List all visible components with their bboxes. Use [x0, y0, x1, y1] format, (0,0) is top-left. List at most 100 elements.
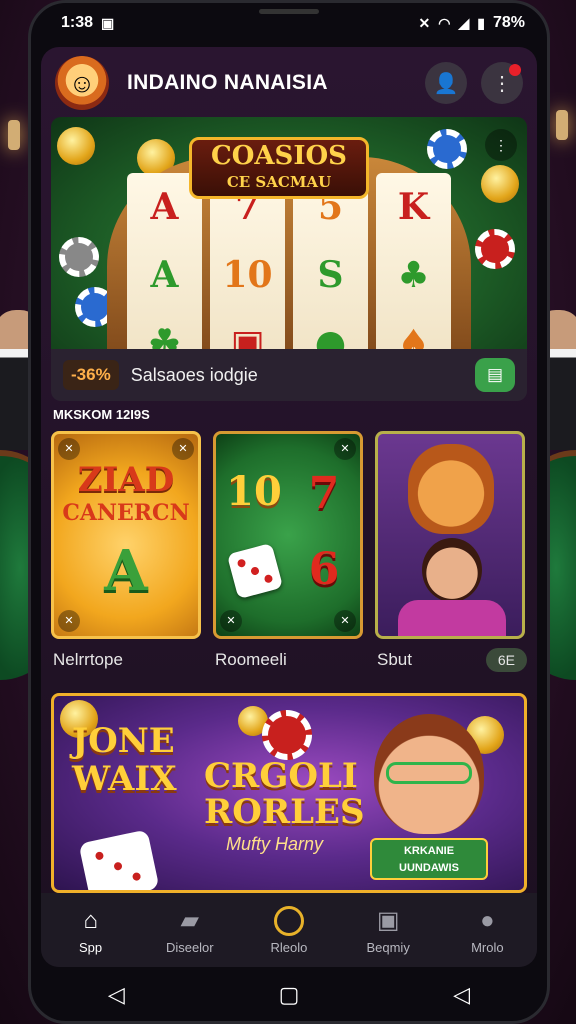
- hero-title-line2: CE SACMAU: [226, 173, 332, 191]
- banner-plaque: KRKANIE UUNDAWIS: [370, 838, 488, 880]
- nav-label: Rleolo: [270, 939, 308, 955]
- jester-face-icon[interactable]: ☺: [55, 56, 109, 110]
- background-light: [8, 120, 20, 150]
- app-screen: ☺ INDAINO NANAISIA 👤 ⋮ A A ☘ 7 10 ▣ 5 S …: [41, 47, 537, 967]
- reel-symbol: ☘: [148, 322, 181, 349]
- promo-action-button[interactable]: ▤: [475, 358, 515, 392]
- banner-center-line1: CRGOLI: [204, 756, 358, 796]
- close-icon[interactable]: ✕: [58, 610, 80, 632]
- reel-symbol: ♣: [397, 254, 430, 296]
- card-art-symbol: A: [104, 538, 148, 604]
- banner-left-title: JONE WAIX: [72, 722, 177, 798]
- app-header: ☺ INDAINO NANAISIA 👤 ⋮: [41, 47, 537, 119]
- corner-icon: ✕: [334, 438, 356, 460]
- game-card[interactable]: [375, 431, 525, 639]
- banner-center-title: CRGOLI RORLES: [204, 758, 365, 830]
- close-icon[interactable]: ✕: [220, 610, 242, 632]
- nav-item-games[interactable]: ▰ Diseelor: [142, 906, 238, 955]
- banner-plaque-line1: KRKANIE: [403, 845, 455, 857]
- home-icon: ⌂: [83, 906, 98, 934]
- card-number: 10: [226, 468, 282, 515]
- dice-icon: [226, 542, 284, 600]
- app-title: INDAINO NANAISIA: [127, 71, 328, 94]
- user-icon: ●: [480, 906, 495, 934]
- hero-title-line1: COASIOS: [211, 141, 347, 171]
- reel-symbol: ▣: [230, 322, 265, 349]
- game-card-name[interactable]: Nelrrtope: [51, 650, 213, 670]
- slot-reel: 5 S ●: [293, 173, 368, 349]
- reel-symbol: ♠: [397, 322, 430, 349]
- game-card[interactable]: ZIAD CANERCN A ✕ ✕ ✕: [51, 431, 201, 639]
- nav-label: Spp: [79, 939, 103, 955]
- player-character: [422, 538, 482, 602]
- status-time: 1:38: [61, 14, 94, 31]
- game-card-name[interactable]: Sbut: [375, 650, 412, 670]
- coin-icon: [481, 165, 519, 203]
- nav-item-profile[interactable]: ● Mrolo: [439, 906, 535, 955]
- game-cards: ZIAD CANERCN A ✕ ✕ ✕ 10 7 6 ✕ ✕ ✕: [51, 431, 527, 639]
- game-card-name[interactable]: Roomeeli: [213, 650, 375, 670]
- back-icon[interactable]: ◁: [108, 982, 125, 1008]
- slot-reel: A A ☘: [127, 173, 202, 349]
- home-button-icon[interactable]: ▢: [279, 982, 300, 1008]
- profile-button[interactable]: 👤: [425, 62, 467, 104]
- mute-icon: ✕: [418, 14, 431, 31]
- system-navigation-bar: ◁ ▢ ◁: [31, 967, 547, 1021]
- wifi-icon: ◠: [438, 14, 451, 31]
- notification-dot: [509, 64, 521, 76]
- card-names-row: Nelrrtope Roomeeli Sbut 6E: [51, 645, 527, 675]
- reel-symbol: S: [317, 254, 344, 296]
- section-label: MKSKOM 12I9S: [53, 407, 150, 422]
- card-number: 6: [308, 544, 340, 595]
- screenshot-notification-icon: ▣: [101, 14, 115, 31]
- corner-icon: ✕: [172, 438, 194, 460]
- slot-reel: 7 10 ▣: [210, 173, 285, 349]
- game-card[interactable]: 10 7 6 ✕ ✕ ✕: [213, 431, 363, 639]
- poker-chip-icon: [262, 710, 312, 760]
- reel-symbol: A: [150, 254, 179, 296]
- banner-character-glasses: [386, 762, 472, 784]
- bottom-navigation: ⌂ Spp ▰ Diseelor Rleolo ▣ Beqmiy ● Mrolo: [41, 893, 537, 967]
- nav-item-center[interactable]: Rleolo: [241, 906, 337, 955]
- nav-label: Beqmiy: [366, 939, 410, 955]
- score-pill[interactable]: 6E: [485, 648, 527, 672]
- banner-left-line2: WAIX: [72, 759, 177, 799]
- nav-label: Diseelor: [165, 939, 214, 955]
- nav-label: Mrolo: [471, 939, 504, 955]
- card-number: 7: [308, 468, 340, 519]
- background-light: [556, 110, 568, 140]
- wallet-icon: ▣: [376, 906, 400, 934]
- bell-icon: ⋮: [492, 72, 512, 95]
- hero-banner[interactable]: A A ☘ 7 10 ▣ 5 S ● K ♣ ♠ COASIOS CE SACM…: [51, 117, 527, 349]
- user-icon: 👤: [433, 72, 459, 95]
- card-art-title: ZIAD: [77, 460, 175, 500]
- poker-chip-icon: [475, 229, 515, 269]
- reel-symbol: ●: [314, 322, 347, 349]
- signal-icon: ◢: [458, 14, 470, 31]
- player-body: [398, 600, 506, 636]
- hero-title: COASIOS CE SACMAU: [189, 137, 369, 199]
- promo-banner[interactable]: JONE WAIX CRGOLI RORLES Mufty Harny KRKA…: [51, 693, 527, 893]
- banner-left-line1: JONE: [72, 721, 175, 761]
- poker-chip-icon: [59, 237, 99, 277]
- phone-frame: 1:38 ▣ ✕ ◠ ◢ ▮ 78% ☺ INDAINO NANAISIA 👤 …: [28, 0, 550, 1024]
- promo-text: Salsaoes iodgie: [130, 364, 258, 385]
- nav-item-wallet[interactable]: ▣ Beqmiy: [340, 906, 436, 955]
- notifications-button[interactable]: ⋮: [481, 62, 523, 104]
- discount-badge: -36%: [63, 360, 119, 390]
- promo-bar[interactable]: -36% Salsaoes iodgie ▤: [51, 349, 527, 401]
- reel-symbol: 10: [222, 254, 273, 296]
- hero-menu-button[interactable]: ⋮: [485, 129, 517, 161]
- cards-icon: ▰: [180, 906, 200, 934]
- recents-icon[interactable]: ◁: [453, 982, 470, 1008]
- slot-reel: K ♣ ♠: [376, 173, 451, 349]
- status-bar: 1:38 ▣ ✕ ◠ ◢ ▮ 78%: [31, 3, 547, 43]
- banner-center-line2: RORLES: [204, 792, 365, 832]
- corner-icon: ✕: [334, 610, 356, 632]
- nav-item-home[interactable]: ⌂ Spp: [43, 906, 139, 955]
- banner-subtitle: Mufty Harny: [226, 834, 324, 854]
- coin-ring-icon: [273, 906, 304, 937]
- card-art-subtitle: CANERCN: [62, 500, 190, 526]
- gift-icon: ▤: [486, 365, 504, 384]
- battery-icon: ▮: [477, 14, 485, 31]
